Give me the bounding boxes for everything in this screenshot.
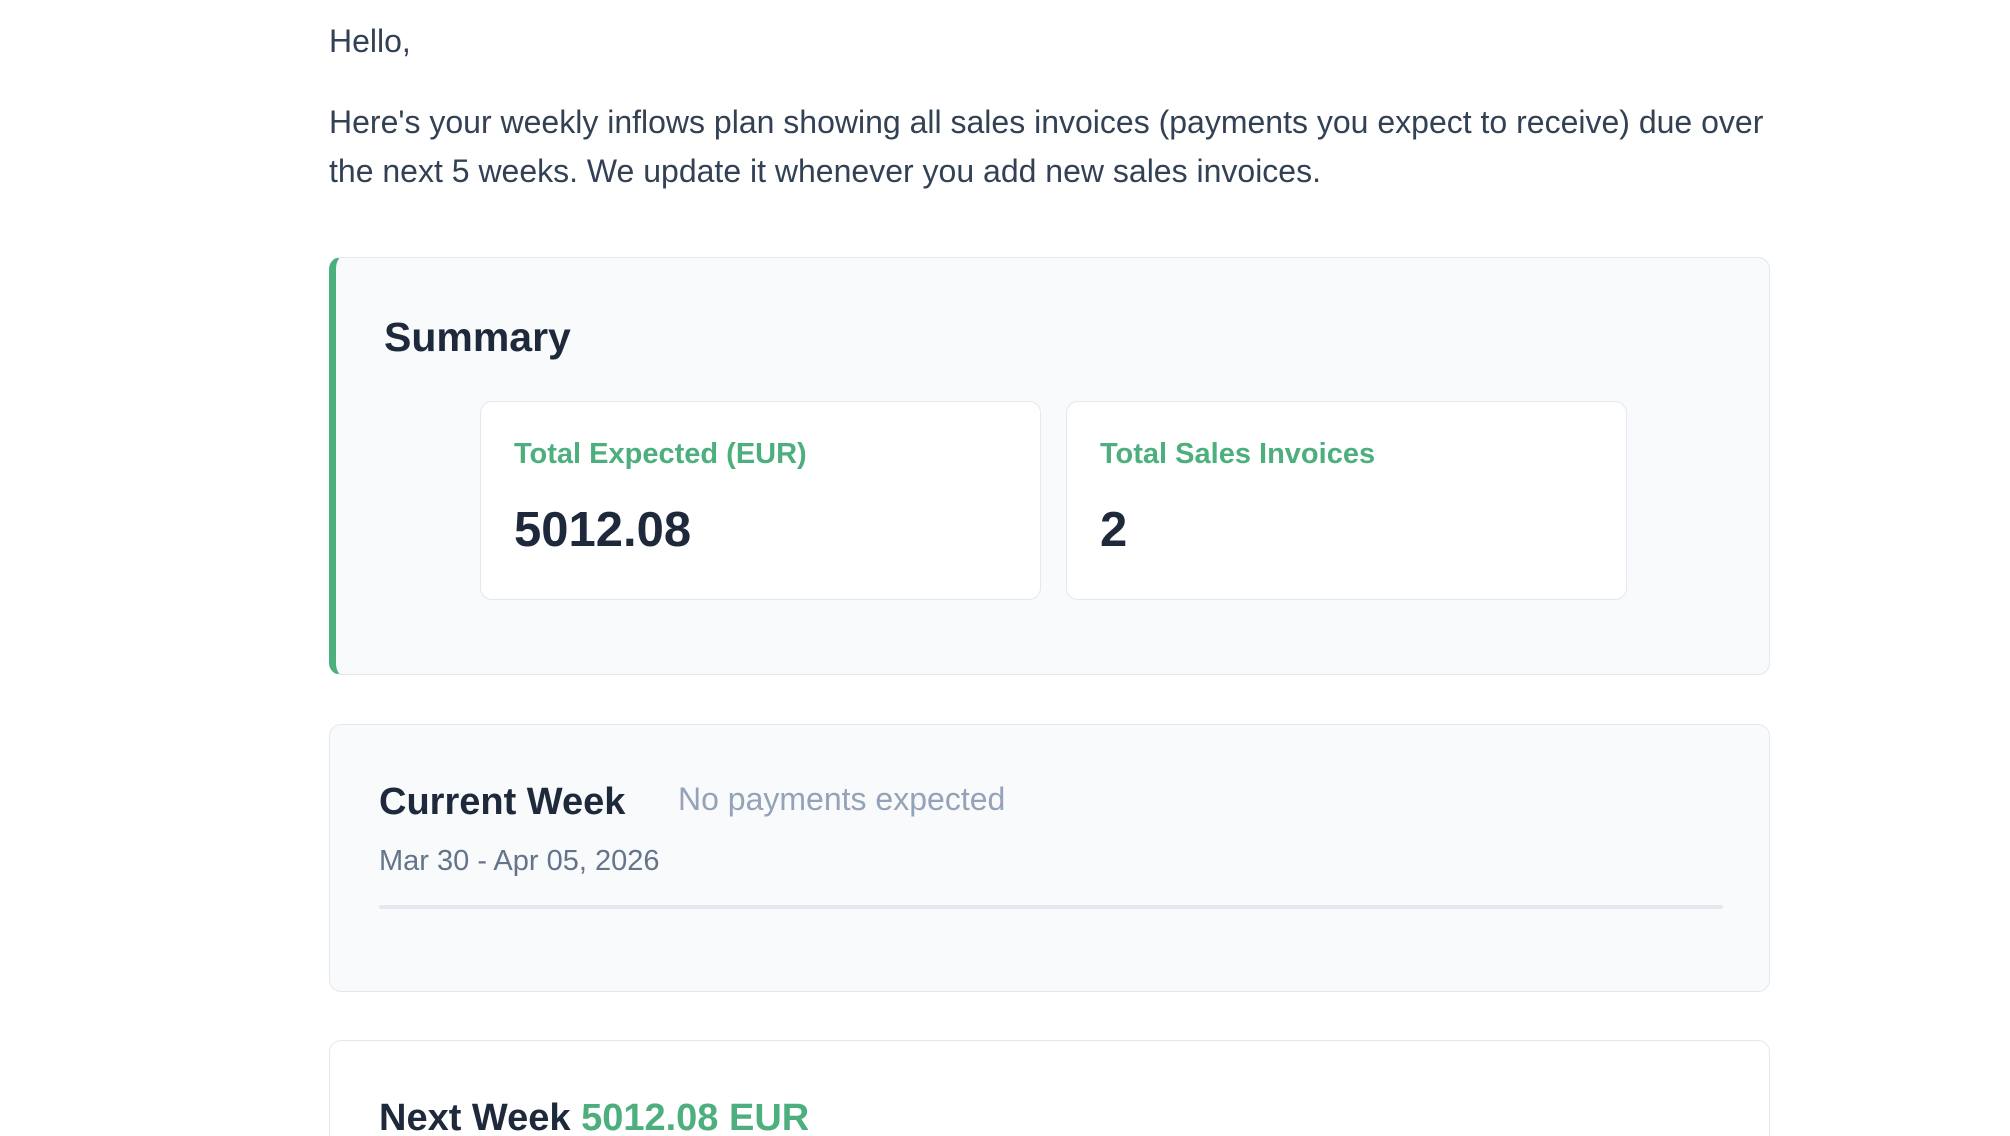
- next-week-card: Next Week 5012.08 EUR: [329, 1040, 1770, 1136]
- week-title: Current Week: [379, 781, 626, 823]
- stat-label: Total Expected (EUR): [514, 438, 807, 470]
- summary-title: Summary: [384, 314, 571, 360]
- stat-value: 2: [1100, 503, 1128, 557]
- greeting-text: Hello,: [329, 23, 411, 59]
- week-title: Next Week 5012.08 EUR: [379, 1097, 809, 1136]
- stat-total-expected: Total Expected (EUR) 5012.08: [480, 401, 1041, 600]
- week-title-text: Next Week: [379, 1097, 571, 1136]
- stat-label: Total Sales Invoices: [1100, 438, 1376, 470]
- intro-paragraph: Here's your weekly inflows plan showing …: [329, 104, 1764, 189]
- week-amount: 5012.08 EUR: [581, 1097, 810, 1136]
- summary-card: Summary Total Expected (EUR) 5012.08 Tot…: [329, 257, 1770, 675]
- current-week-card: Current Week No payments expected Mar 30…: [329, 724, 1770, 992]
- week-divider: [379, 905, 1723, 909]
- week-dates: Mar 30 - Apr 05, 2026: [379, 845, 660, 877]
- stat-total-invoices: Total Sales Invoices 2: [1066, 401, 1627, 600]
- week-status: No payments expected: [678, 781, 1006, 817]
- stat-value: 5012.08: [514, 503, 692, 557]
